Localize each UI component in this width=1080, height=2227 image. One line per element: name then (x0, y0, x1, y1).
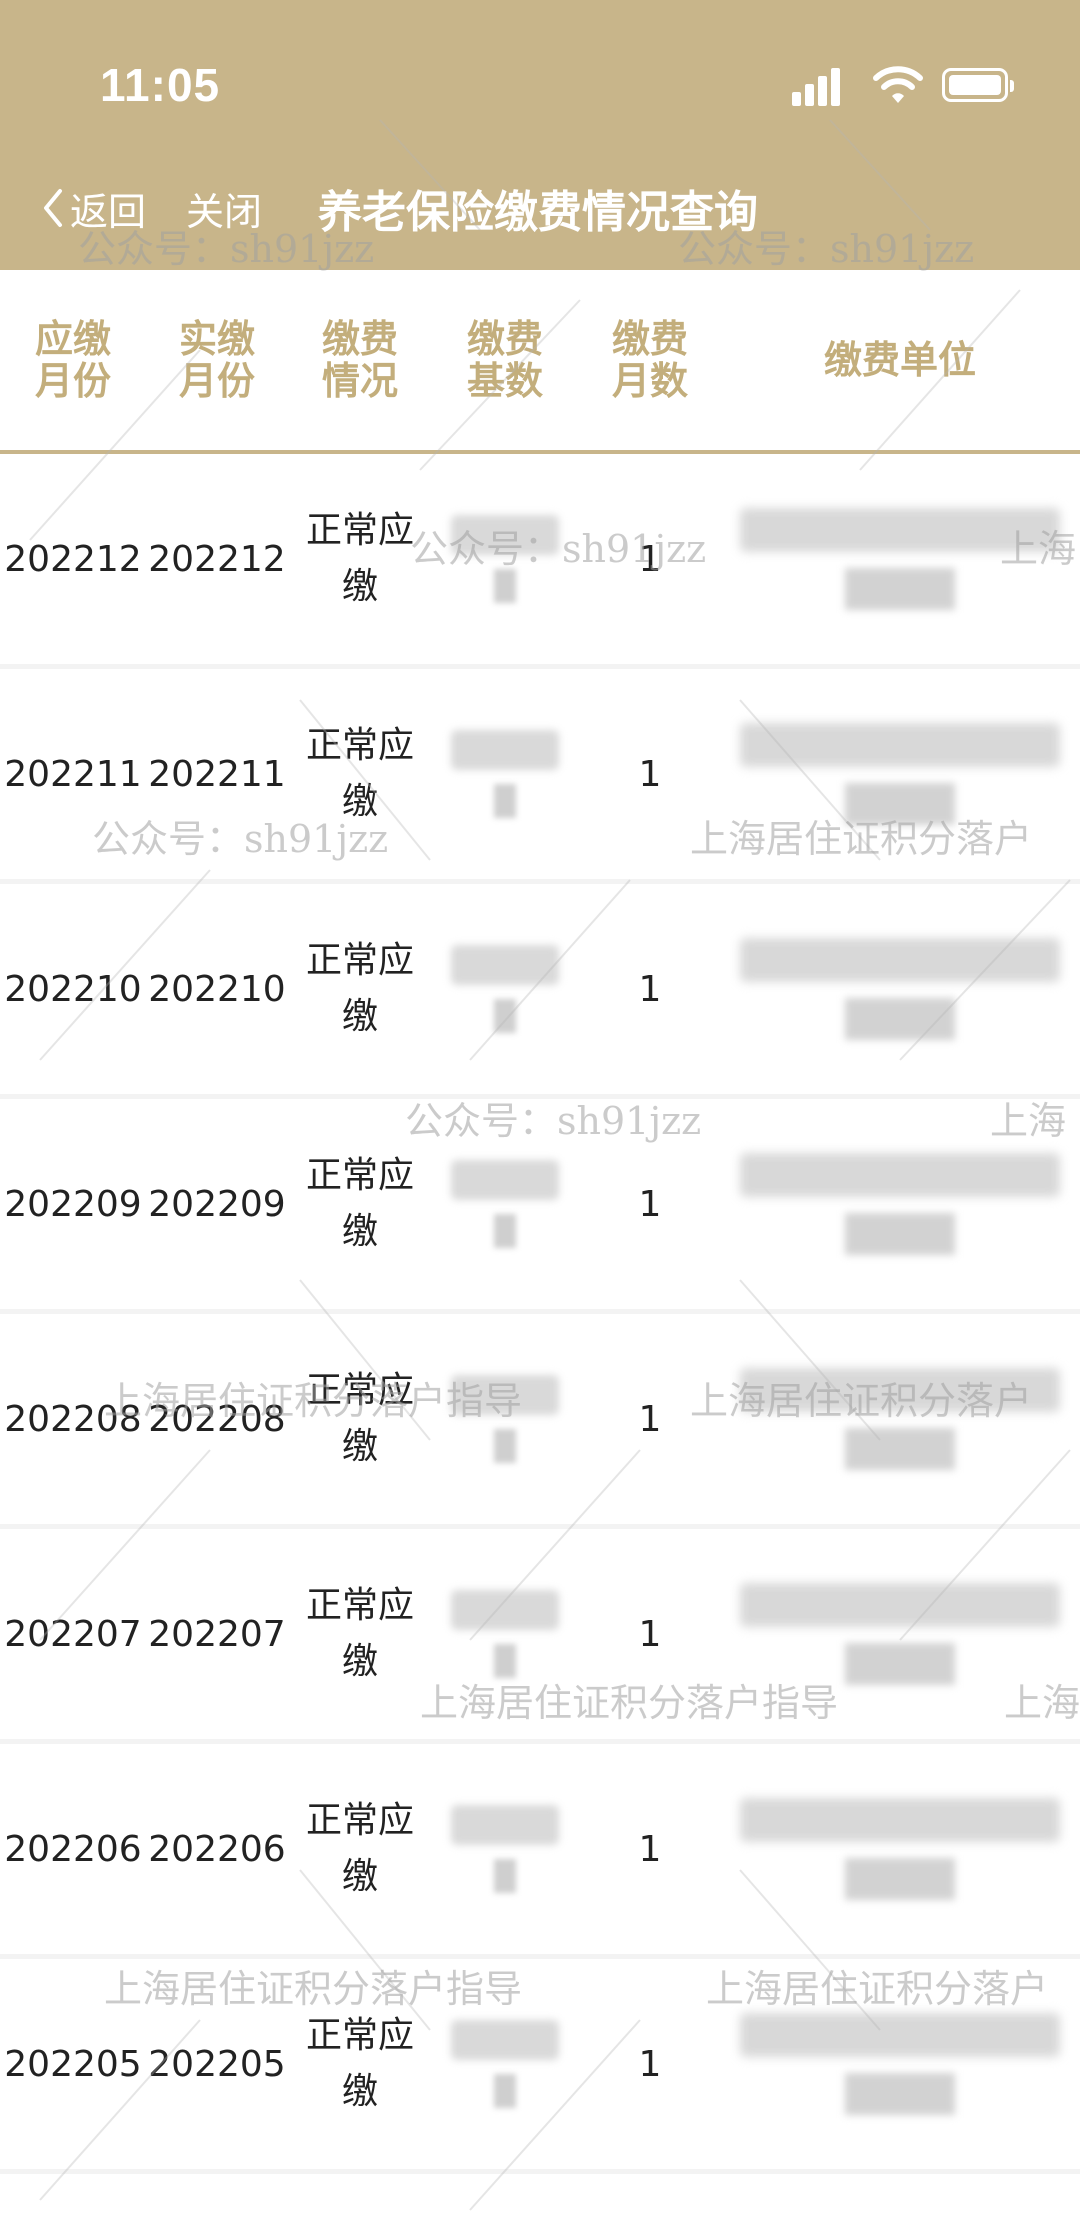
paid-month: 202209 (148, 1183, 286, 1225)
payment-status: 正常应缴 (305, 940, 414, 1037)
table-row: 202206 202206 正常应缴 1 (0, 1744, 1080, 1959)
signal-icon (792, 66, 844, 106)
due-month: 202211 (4, 753, 142, 795)
table-row: 202209 202209 正常应缴 1 (0, 1099, 1080, 1314)
close-label: 关闭 (186, 189, 263, 234)
payment-unit-redacted (720, 669, 1080, 879)
payment-months: 1 (638, 1613, 662, 1655)
payment-unit-redacted (720, 454, 1080, 664)
header-months: 缴费 月数 (611, 317, 688, 403)
header-unit: 缴费单位 (823, 338, 976, 382)
payment-unit-redacted (720, 1529, 1080, 1739)
payment-status: 正常应缴 (305, 1155, 414, 1252)
payment-status: 正常应缴 (305, 1585, 414, 1682)
payment-status: 正常应缴 (305, 1370, 414, 1467)
table-row: 202211 202211 正常应缴 1 (0, 669, 1080, 884)
payment-base-redacted (430, 884, 580, 1094)
paid-month: 202205 (148, 2043, 286, 2085)
payment-months: 1 (638, 1398, 662, 1440)
payment-status: 正常应缴 (305, 510, 414, 607)
payment-base-redacted (430, 1959, 580, 2169)
table-row: 202207 202207 正常应缴 1 (0, 1529, 1080, 1744)
payment-base-redacted (430, 669, 580, 879)
payment-months: 1 (638, 2043, 662, 2085)
table-header: 应缴 月份 实缴 月份 缴费 情况 缴费 基数 缴费 月数 缴费单位 (0, 270, 1080, 454)
payment-status: 正常应缴 (305, 1800, 414, 1897)
payment-status: 正常应缴 (305, 2015, 414, 2112)
status-time: 11:05 (100, 59, 221, 111)
payment-base-redacted (430, 1529, 580, 1739)
payment-base-redacted (430, 1099, 580, 1309)
paid-month: 202212 (148, 538, 286, 580)
table-row: 202205 202205 正常应缴 1 (0, 1959, 1080, 2174)
payment-unit-redacted (720, 1744, 1080, 1954)
status-icons (792, 62, 1022, 112)
payment-unit-redacted (720, 884, 1080, 1094)
battery-icon (942, 68, 1014, 102)
table-row: 202212 202212 正常应缴 1 (0, 454, 1080, 669)
header-due-month: 应缴 月份 (34, 317, 111, 403)
header-status: 缴费 情况 (321, 317, 398, 403)
table-body: 202212 202212 正常应缴 1 202211 202211 正常应缴 1 202210… (0, 454, 1080, 2174)
due-month: 202207 (4, 1613, 142, 1655)
due-month: 202208 (4, 1398, 142, 1440)
paid-month: 202208 (148, 1398, 286, 1440)
paid-month: 202211 (148, 753, 286, 795)
back-label: 返回 (70, 189, 147, 234)
due-month: 202205 (4, 2043, 142, 2085)
payment-status: 正常应缴 (305, 725, 414, 822)
payment-months: 1 (638, 538, 662, 580)
payment-base-redacted (430, 454, 580, 664)
header-base: 缴费 基数 (466, 317, 543, 403)
payment-base-redacted (430, 1314, 580, 1524)
due-month: 202206 (4, 1828, 142, 1870)
close-button[interactable]: 关闭 (186, 178, 262, 238)
payment-months: 1 (638, 1183, 662, 1225)
page-title: 养老保险缴费情况查询 (318, 187, 758, 238)
due-month: 202210 (4, 968, 142, 1010)
due-month: 202209 (4, 1183, 142, 1225)
payment-base-redacted (430, 1744, 580, 1954)
paid-month: 202210 (148, 968, 286, 1010)
paid-month: 202207 (148, 1613, 286, 1655)
payment-months: 1 (638, 968, 662, 1010)
table-row: 202208 202208 正常应缴 1 (0, 1314, 1080, 1529)
chevron-left-icon (44, 189, 62, 227)
paid-month: 202206 (148, 1828, 286, 1870)
payment-months: 1 (638, 753, 662, 795)
payment-months: 1 (638, 1828, 662, 1870)
due-month: 202212 (4, 538, 142, 580)
back-button[interactable]: 返回 (40, 178, 146, 238)
wifi-icon (873, 66, 923, 103)
payment-unit-redacted (720, 1959, 1080, 2169)
table-row: 202210 202210 正常应缴 1 (0, 884, 1080, 1099)
payment-unit-redacted (720, 1314, 1080, 1524)
top-bar: 11:05 返回 关闭 养老保险缴费情况查询 (0, 0, 1080, 270)
payment-unit-redacted (720, 1099, 1080, 1309)
header-paid-month: 实缴 月份 (178, 317, 255, 403)
